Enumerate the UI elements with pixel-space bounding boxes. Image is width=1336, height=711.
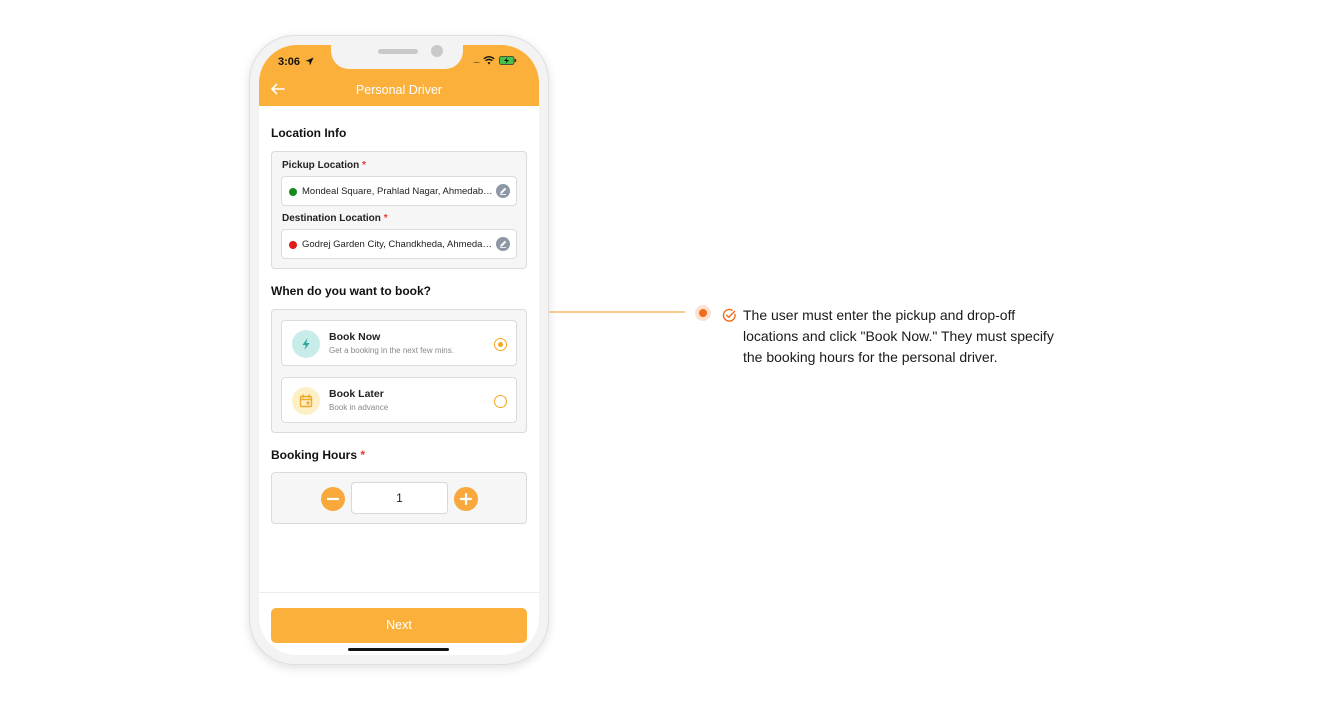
phone-notch [331,45,463,69]
required-asterisk: * [360,448,366,462]
book-later-radio[interactable] [494,395,507,408]
lightning-icon [292,330,320,358]
location-info-title: Location Info [271,126,347,140]
destination-label: Destination Location * [282,213,388,224]
pickup-dot-icon [289,188,297,196]
page-title: Personal Driver [355,83,443,97]
annotation-marker-dot [695,305,711,321]
annotation-connector-line [549,311,685,313]
footer-divider [259,592,539,593]
book-now-title: Book Now [329,331,381,343]
book-later-option[interactable]: Book Later Book in advance [281,377,517,423]
check-circle-icon [722,308,736,322]
required-asterisk: * [383,213,388,224]
next-button[interactable]: Next [271,608,527,643]
location-card: Pickup Location * Mondeal Square, Prahla… [271,151,527,269]
increase-hours-button[interactable] [454,487,478,511]
booking-hours-title-text: Booking Hours [271,448,357,462]
booking-hours-card: 1 [271,472,527,524]
pickup-location-field[interactable]: Mondeal Square, Prahlad Nagar, Ahmedabad… [281,176,517,206]
booking-options-card: Book Now Get a booking in the next few m… [271,309,527,433]
pickup-label-text: Pickup Location [282,160,360,171]
book-later-subtitle: Book in advance [329,403,389,412]
destination-location-field[interactable]: Godrej Garden City, Chandkheda, Ahmedaba… [281,229,517,259]
edit-destination-icon[interactable] [496,237,510,251]
cellular-signal-icon: ..... [473,56,480,65]
booking-hours-input[interactable]: 1 [351,482,448,514]
app-screen: 3:06 ..... Personal Driver Location Info… [259,45,539,655]
book-now-subtitle: Get a booking in the next few mins. [329,346,454,355]
booking-time-title: When do you want to book? [271,284,431,298]
status-time: 3:06 [278,56,301,68]
destination-location-value: Godrej Garden City, Chandkheda, Ahmedaba… [302,239,495,250]
speaker [378,49,418,54]
edit-pickup-icon[interactable] [496,184,510,198]
location-arrow-icon [305,57,314,66]
decrease-hours-button[interactable] [321,487,345,511]
battery-charging-icon [499,56,517,65]
pickup-location-value: Mondeal Square, Prahlad Nagar, Ahmedabad… [302,186,495,197]
booking-hours-title: Booking Hours * [271,448,365,462]
pickup-label: Pickup Location * [282,160,366,171]
annotation-text: The user must enter the pickup and drop-… [743,307,1054,365]
destination-label-text: Destination Location [282,213,381,224]
wifi-icon [483,56,495,65]
book-now-option[interactable]: Book Now Get a booking in the next few m… [281,320,517,366]
book-later-title: Book Later [329,388,384,400]
phone-frame: 3:06 ..... Personal Driver Location Info… [249,35,549,665]
book-now-radio[interactable] [494,338,507,351]
destination-dot-icon [289,241,297,249]
camera [431,45,443,57]
required-asterisk: * [362,160,366,171]
status-icons: ..... [473,56,517,65]
calendar-icon [292,387,320,415]
home-indicator [348,648,449,651]
app-header: 3:06 ..... Personal Driver [259,45,539,106]
